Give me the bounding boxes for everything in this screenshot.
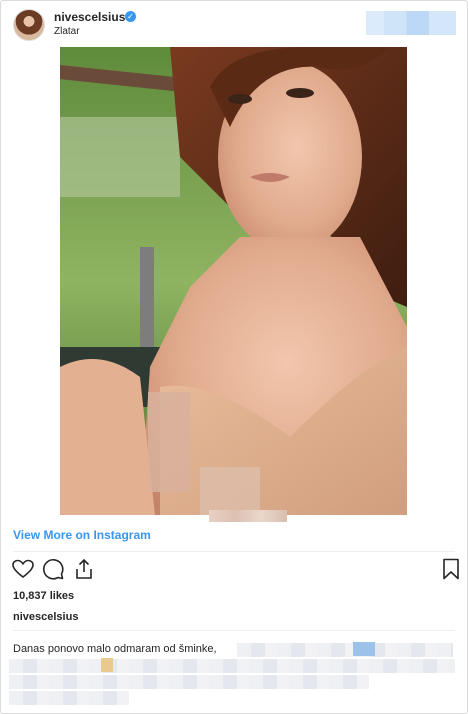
verified-check-icon: ✓ <box>125 11 136 22</box>
comment-icon[interactable] <box>41 557 65 581</box>
pixelated-overlay <box>209 510 287 522</box>
post-username[interactable]: nivescelsius <box>54 10 125 24</box>
share-icon[interactable] <box>72 557 96 581</box>
profile-avatar[interactable] <box>13 9 45 41</box>
instagram-embed-card: nivescelsius ✓ Zlatar View More on Insta… <box>0 0 468 714</box>
post-photo[interactable] <box>60 47 407 515</box>
divider <box>13 630 455 631</box>
post-actions <box>1 557 467 587</box>
view-more-on-instagram-link[interactable]: View More on Instagram <box>13 528 151 542</box>
likes-count[interactable]: 10,837 likes <box>13 590 74 602</box>
redacted-follow-area <box>366 11 456 35</box>
divider <box>13 551 455 552</box>
caption-text: Danas ponovo malo odmaram od šminke, <box>13 643 217 655</box>
heart-icon[interactable] <box>11 557 35 581</box>
blurred-caption <box>9 659 455 673</box>
blurred-caption <box>9 691 129 705</box>
bookmark-icon[interactable] <box>439 557 463 581</box>
caption-username[interactable]: nivescelsius <box>13 611 78 623</box>
blurred-caption <box>101 658 113 672</box>
blurred-caption <box>237 643 453 657</box>
blurred-caption <box>9 675 369 689</box>
post-location[interactable]: Zlatar <box>54 26 80 37</box>
blurred-caption <box>353 642 375 656</box>
post-header: nivescelsius ✓ Zlatar <box>1 1 467 47</box>
